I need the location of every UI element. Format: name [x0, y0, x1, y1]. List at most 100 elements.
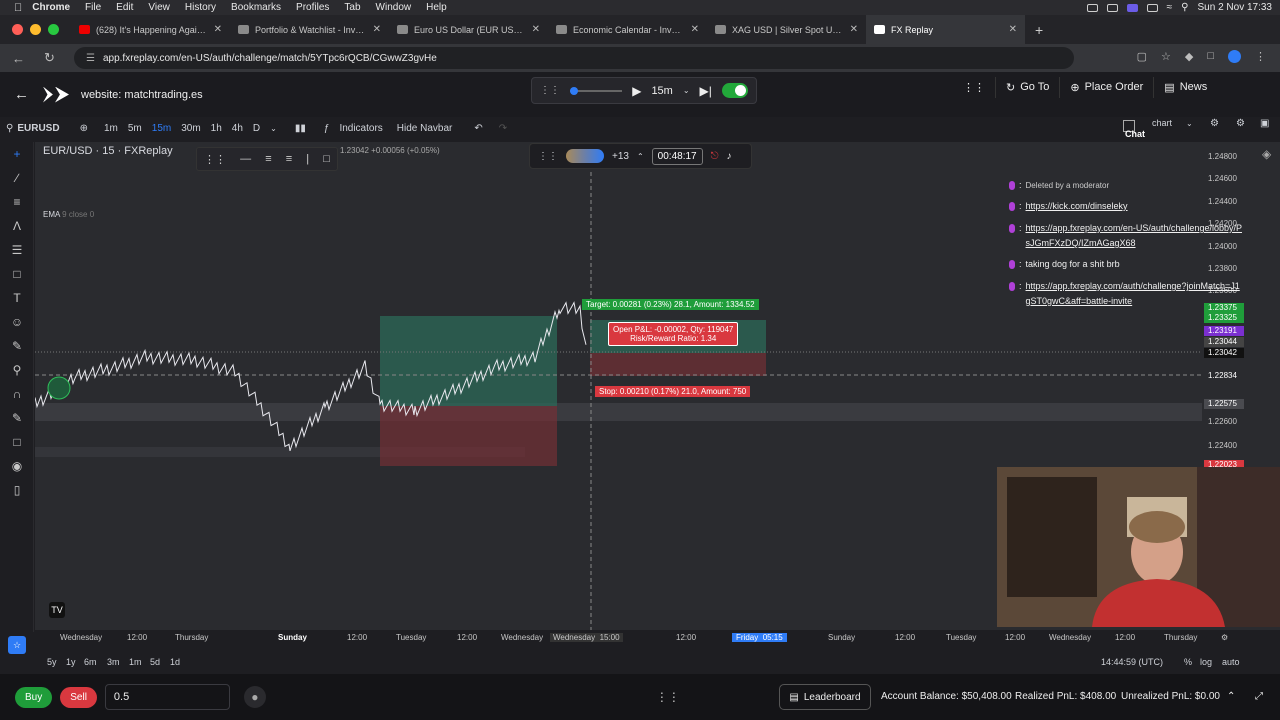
participants-count[interactable]: +13 — [612, 151, 629, 162]
menu-view[interactable]: View — [148, 2, 170, 13]
indicators-icon[interactable]: ƒ — [324, 123, 330, 134]
lock-icon[interactable]: □ — [0, 430, 34, 454]
fib-icon[interactable]: ≡ — [0, 190, 34, 214]
layers-icon[interactable]: ◈ — [1262, 147, 1271, 161]
drag-handle-icon[interactable]: ⋮⋮ — [656, 690, 680, 704]
channel-tool-icon[interactable]: ≡ — [286, 153, 292, 165]
browser-tab-active[interactable]: FX Replay ✕ — [866, 15, 1025, 44]
ema-legend[interactable]: EMA 9 close 0 — [43, 210, 94, 219]
interval-1h[interactable]: 1h — [211, 123, 222, 134]
chat-link[interactable]: https://kick.com/dinseleky — [1026, 199, 1128, 214]
sell-button[interactable]: Sell — [60, 686, 97, 708]
redo-icon[interactable]: ↷ — [499, 123, 507, 134]
chevron-down-icon[interactable]: ⌄ — [270, 124, 277, 133]
leave-icon[interactable]: ⎋ — [711, 151, 719, 162]
lock-icon[interactable]: ● — [243, 686, 266, 708]
search-icon[interactable]: ⚲ — [1181, 2, 1188, 13]
range-5y[interactable]: 5y — [47, 657, 57, 667]
emoji-icon[interactable]: ☺ — [0, 310, 34, 334]
interval-15m[interactable]: 15m — [152, 123, 171, 134]
chat-link[interactable]: https://app.fxreplay.com/en-US/auth/chal… — [1026, 221, 1244, 251]
buy-button[interactable]: Buy — [15, 686, 53, 708]
rectangle-icon[interactable]: □ — [0, 262, 34, 286]
close-tab-icon[interactable]: ✕ — [373, 24, 381, 35]
trash-icon[interactable]: ▯ — [0, 478, 34, 502]
log-toggle[interactable]: log — [1200, 657, 1212, 667]
interval-d[interactable]: D — [253, 123, 260, 134]
text-icon[interactable]: T — [0, 286, 34, 310]
range-1m[interactable]: 1m — [129, 657, 142, 667]
leaderboard-button[interactable]: ▤ Leaderboard — [779, 684, 871, 710]
profile-avatar[interactable] — [1228, 50, 1241, 63]
step-forward-icon[interactable]: ▶| — [700, 84, 712, 98]
puzzle-icon[interactable]: □ — [1207, 50, 1214, 63]
close-tab-icon[interactable]: ✕ — [1009, 24, 1017, 35]
music-icon[interactable]: ♪ — [727, 151, 732, 162]
news-button[interactable]: ▤ News — [1153, 76, 1217, 98]
percent-toggle[interactable]: % — [1184, 657, 1192, 667]
site-info-icon[interactable]: ☰ — [86, 53, 95, 64]
close-tab-icon[interactable]: ✕ — [214, 24, 222, 35]
range-3m[interactable]: 3m — [107, 657, 120, 667]
auto-toggle[interactable]: auto — [1222, 657, 1240, 667]
app-menu[interactable]: Chrome — [32, 2, 70, 13]
interval-5m[interactable]: 5m — [128, 123, 142, 134]
timeframe-select[interactable]: 15m — [651, 85, 672, 97]
hide-navbar-button[interactable]: Hide Navbar — [397, 123, 453, 134]
menu-history[interactable]: History — [185, 2, 216, 13]
crosshair-icon[interactable]: + — [0, 142, 34, 166]
status-icon[interactable] — [1106, 3, 1118, 12]
pattern-icon[interactable]: Λ — [0, 214, 34, 238]
drag-handle-icon[interactable]: ⋮⋮ — [204, 153, 226, 166]
close-tab-icon[interactable]: ✕ — [850, 24, 858, 35]
back-icon[interactable]: ← — [12, 51, 32, 66]
chevron-down-icon[interactable]: ⌄ — [1186, 119, 1193, 128]
chat-link[interactable]: https://app.fxreplay.com/auth/challenge?… — [1026, 279, 1244, 309]
add-symbol-icon[interactable]: ⊕ — [80, 123, 88, 134]
menu-help[interactable]: Help — [426, 2, 447, 13]
maximize-window-button[interactable] — [48, 24, 59, 35]
trendline-icon[interactable]: ∕ — [0, 166, 34, 190]
eye-icon[interactable]: ◉ — [0, 454, 34, 478]
open-pnl-label[interactable]: Open P&L: -0.00002, Qty: 119047 Risk/Rew… — [608, 322, 739, 346]
chart-layout-label[interactable]: chart — [1152, 118, 1172, 128]
range-6m[interactable]: 6m — [84, 657, 97, 667]
settings-icon[interactable]: ⚙ — [1210, 118, 1219, 129]
battery-icon[interactable] — [1146, 3, 1158, 12]
replay-speed-slider[interactable] — [570, 86, 623, 95]
close-window-button[interactable] — [12, 24, 23, 35]
autoplay-toggle[interactable] — [721, 83, 748, 98]
symbol-search[interactable]: EURUSD — [17, 123, 59, 134]
menu-file[interactable]: File — [85, 2, 101, 13]
utc-clock[interactable]: 14:44:59 (UTC) — [1101, 657, 1163, 667]
participant-avatars[interactable] — [566, 149, 604, 163]
close-tab-icon[interactable]: ✕ — [691, 24, 699, 35]
chevron-up-icon[interactable]: ⌃ — [637, 152, 644, 161]
time-axis[interactable]: Wednesday 12:00 Thursday Sunday 12:00 Tu… — [35, 630, 1280, 646]
gear-icon[interactable]: ⚙ — [1236, 118, 1245, 129]
browser-tab[interactable]: (628) It's Happening Again a ✕ — [71, 15, 230, 44]
range-1d[interactable]: 1d — [170, 657, 180, 667]
close-tab-icon[interactable]: ✕ — [532, 24, 540, 35]
target-label[interactable]: Target: 0.00281 (0.23%) 28.1, Amount: 13… — [582, 299, 759, 310]
chrome-menu-icon[interactable]: ⋮ — [1255, 50, 1266, 63]
box-tool-icon[interactable]: □ — [323, 153, 330, 165]
hline-tool-icon[interactable]: ≡ — [265, 153, 271, 165]
vline-tool-icon[interactable]: | — [306, 153, 309, 165]
place-order-button[interactable]: ⊕ Place Order — [1059, 76, 1153, 98]
play-icon[interactable]: ▶ — [632, 84, 641, 98]
star-icon[interactable]: ☆ — [8, 636, 26, 654]
line-tool-icon[interactable]: — — [240, 153, 251, 165]
interval-1m[interactable]: 1m — [104, 123, 118, 134]
status-icon[interactable] — [1086, 3, 1098, 12]
new-tab-button[interactable]: + — [1035, 22, 1043, 38]
browser-tab[interactable]: XAG USD | Silver Spot US Do ✕ — [707, 15, 866, 44]
status-icon[interactable] — [1126, 3, 1138, 12]
interval-4h[interactable]: 4h — [232, 123, 243, 134]
interval-30m[interactable]: 30m — [181, 123, 200, 134]
bookmark-star-icon[interactable]: ☆ — [1161, 50, 1171, 63]
chevron-down-icon[interactable]: ⌄ — [683, 86, 690, 95]
menu-tab[interactable]: Tab — [344, 2, 360, 13]
back-arrow-icon[interactable]: ← — [14, 86, 29, 103]
drag-handle-icon[interactable]: ⋮⋮ — [538, 151, 558, 162]
